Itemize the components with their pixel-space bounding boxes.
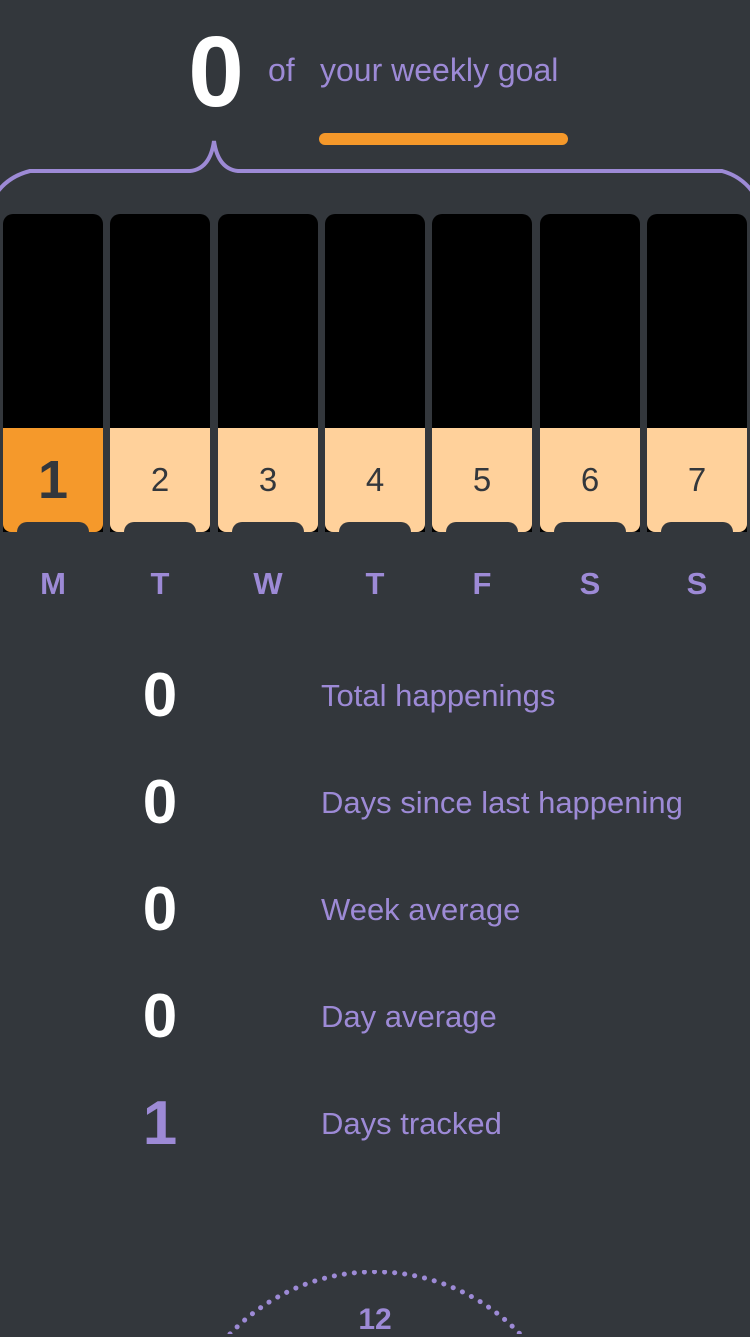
day-column-1[interactable]: 1 <box>3 214 103 532</box>
day-number: 1 <box>3 428 103 532</box>
stat-value: 0 <box>142 768 178 837</box>
day-tab-notch <box>124 522 196 538</box>
day-column-5[interactable]: 5 <box>432 214 532 532</box>
weekday-label: M <box>40 566 66 601</box>
day-column-2[interactable]: 2 <box>110 214 210 532</box>
day-tab-notch <box>446 522 518 538</box>
day-column-6[interactable]: 6 <box>540 214 640 532</box>
day-tab-notch <box>17 522 89 538</box>
day-tab-notch <box>661 522 733 538</box>
goal-of-label: of <box>268 52 295 88</box>
stat-label: Week average <box>321 892 521 927</box>
day-tab-notch <box>232 522 304 538</box>
day-number: 3 <box>218 428 318 532</box>
stat-label: Days tracked <box>321 1106 502 1141</box>
day-column-4[interactable]: 4 <box>325 214 425 532</box>
weekday-label: W <box>253 566 283 601</box>
day-tab-notch <box>339 522 411 538</box>
weekday-label: T <box>365 566 385 601</box>
stat-label: Days since last happening <box>321 785 683 820</box>
weekday-label: S <box>686 566 708 601</box>
day-column-7[interactable]: 7 <box>647 214 747 532</box>
weekly-goal-label[interactable]: your weekly goal <box>320 52 558 89</box>
clock-hour-12: 12 <box>358 1303 392 1336</box>
day-number: 4 <box>325 428 425 532</box>
day-number: 2 <box>110 428 210 532</box>
stat-value: 1 <box>142 1089 178 1158</box>
weekday-label: F <box>472 566 492 601</box>
day-column-3[interactable]: 3 <box>218 214 318 532</box>
stat-value: 0 <box>142 982 178 1051</box>
stat-value: 0 <box>142 875 178 944</box>
day-number: 5 <box>432 428 532 532</box>
stat-label: Day average <box>321 999 497 1034</box>
stat-value: 0 <box>142 661 178 730</box>
stat-label: Total happenings <box>321 678 556 713</box>
weekday-label: T <box>150 566 170 601</box>
week-brace <box>0 140 750 192</box>
day-number: 7 <box>647 428 747 532</box>
day-number: 6 <box>540 428 640 532</box>
weekly-count: 0 <box>188 16 244 128</box>
weekday-label: S <box>579 566 601 601</box>
day-tab-notch <box>554 522 626 538</box>
